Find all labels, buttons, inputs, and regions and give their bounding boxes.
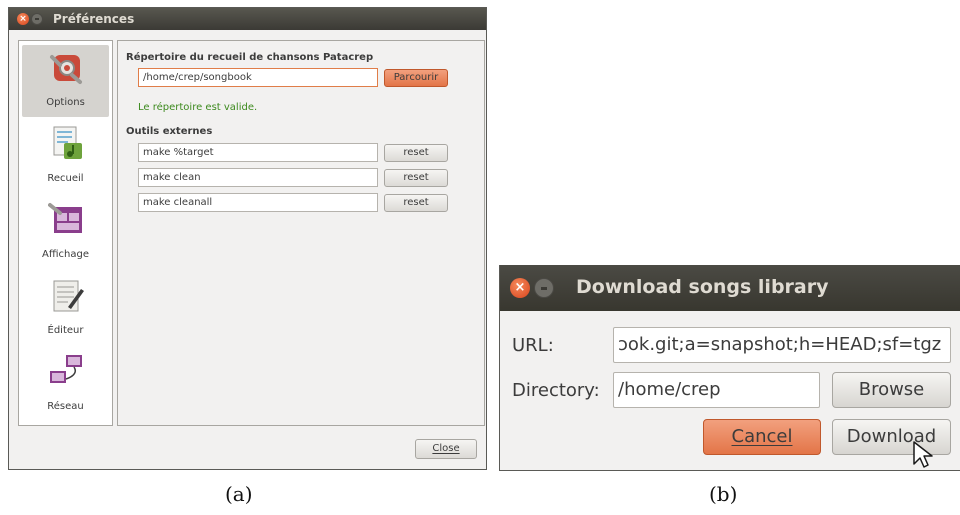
directory-input[interactable]: /home/crep [613, 372, 820, 408]
reset-button-target[interactable]: reset [384, 144, 448, 162]
tool-command-input-clean[interactable]: make clean [138, 168, 378, 187]
browse-button[interactable]: Parcourir [384, 69, 448, 87]
external-tools-heading: Outils externes [126, 126, 213, 137]
editor-icon [53, 280, 84, 312]
close-window-icon[interactable]: × [510, 278, 530, 298]
directory-label: Directory: [512, 380, 600, 401]
browse-button[interactable]: Browse [832, 372, 951, 408]
sidebar-item-label: Recueil [47, 173, 84, 184]
url-input[interactable]: ɔok.git;a=snapshot;h=HEAD;sf=tgz [613, 327, 951, 363]
download-titlebar: × Download songs library [500, 265, 960, 311]
close-button-label: Close [432, 443, 460, 454]
preferences-titlebar: × Préférences [9, 8, 486, 30]
minimize-window-icon[interactable] [534, 278, 554, 298]
caption-b: (b) [709, 482, 738, 506]
sidebar-item-recueil[interactable]: Recueil [22, 121, 109, 193]
songbook-directory-heading: Répertoire du recueil de chansons Patacr… [126, 52, 374, 63]
reset-button-cleanall[interactable]: reset [384, 194, 448, 212]
directory-valid-message: Le répertoire est valide. [138, 102, 258, 113]
cancel-button-label: Cancel [731, 426, 793, 447]
preferences-window: × Préférences Options Recueil Affichage … [8, 7, 487, 470]
tool-command-input-target[interactable]: make %target [138, 143, 378, 162]
preferences-sidebar: Options Recueil Affichage Éditeur Réseau [18, 40, 113, 426]
mouse-pointer-icon [913, 441, 933, 468]
caption-a: (a) [225, 482, 253, 506]
songbook-icon [53, 126, 82, 159]
sidebar-item-label: Éditeur [47, 325, 84, 336]
tool-command-input-cleanall[interactable]: make cleanall [138, 193, 378, 212]
sidebar-item-affichage[interactable]: Affichage [22, 197, 109, 269]
options-panel: Répertoire du recueil de chansons Patacr… [117, 40, 485, 426]
network-icon [50, 355, 82, 383]
cancel-button[interactable]: Cancel [703, 419, 821, 455]
sidebar-item-label: Réseau [47, 401, 84, 412]
sidebar-item-options[interactable]: Options [22, 45, 109, 117]
sidebar-item-label: Options [46, 97, 85, 108]
sidebar-item-label: Affichage [42, 249, 89, 260]
songbook-path-input[interactable]: /home/crep/songbook [138, 68, 378, 87]
minimize-window-icon[interactable] [31, 13, 43, 25]
display-icon [48, 203, 82, 233]
download-dialog: × Download songs library URL: ɔok.git;a=… [499, 265, 960, 471]
options-icon [50, 55, 82, 84]
dialog-title: Download songs library [576, 276, 829, 298]
reset-button-clean[interactable]: reset [384, 169, 448, 187]
sidebar-item-reseau[interactable]: Réseau [22, 349, 109, 421]
sidebar-item-editeur[interactable]: Éditeur [22, 273, 109, 345]
window-title: Préférences [53, 12, 135, 26]
close-button[interactable]: Close [415, 439, 477, 459]
close-window-icon[interactable]: × [17, 13, 29, 25]
url-label: URL: [512, 335, 554, 356]
